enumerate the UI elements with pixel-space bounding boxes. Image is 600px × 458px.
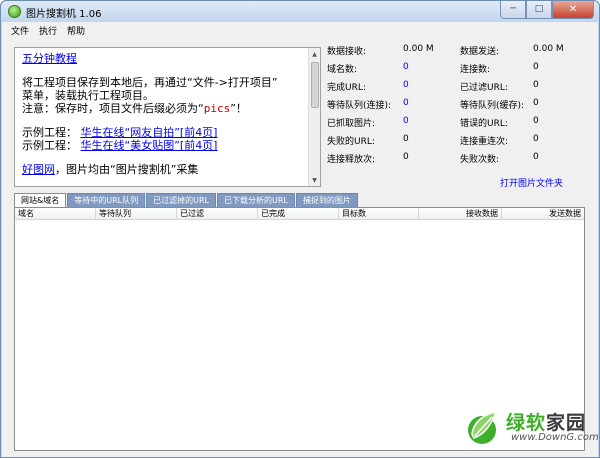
watermark-name: 绿软家园 [506,408,586,435]
stat-value: 0 [533,134,539,144]
stat-label: 已抓取图片: [327,119,376,129]
stat-label: 完成URL: [327,83,366,93]
tab-sites-domains[interactable]: 网站&域名 [14,193,67,207]
instructions-content: 五分钟教程 将工程项目保存到本地后，再通过“文件->打开项目” 菜单，装载执行工… [22,52,304,176]
watermark-url: www.DownG.com [511,432,599,443]
leaf-logo-icon [468,410,498,444]
stat-label: 已过滤URL: [460,83,508,93]
stat-label: 失败次数: [460,155,500,165]
stat-value: 0 [403,80,409,90]
example-link-beauty[interactable]: 华生在线“美女贴图”[前4页] [81,139,218,152]
stat-value: 0 [403,152,409,162]
note-extension: pics [203,102,231,115]
tab-analyzed-url[interactable]: 已下载分析的URL [217,193,295,207]
stat-label: 等待队列(缓存): [460,101,525,111]
column-header-received[interactable]: 接收数据 [419,208,502,219]
app-icon [8,5,21,18]
example-line: 示例工程： 华生在线“美女贴图”[前4页] [22,139,304,152]
minimize-button[interactable]: ─ [500,1,526,19]
stat-value: 0 [403,98,409,108]
stat-value: 0 [533,98,539,108]
instructions-panel: 五分钟教程 将工程项目保存到本地后，再通过“文件->打开项目” 菜单，装载执行工… [14,47,321,187]
stat-label: 连接释放次: [327,155,376,165]
note-line: 注意：保存时，项目文件后缀必须为“pics”！ [22,102,304,115]
stat-label: 错误的URL: [460,119,508,129]
column-header-waiting[interactable]: 等待队列 [96,208,177,219]
window-title: 图片搜割机 1.06 [26,9,102,20]
maximize-button[interactable]: □ [526,1,552,19]
watermark-name-green: 绿软 [506,412,547,434]
stat-label: 连接重连次: [460,137,509,147]
maximize-icon: □ [534,4,544,14]
tab-bar: 网站&域名 等待中的URL队列 已过滤掉的URL 已下载分析的URL 捕捉到的图… [14,193,359,207]
footer-line: 好图网，图片均由“图片搜割机”采集 [22,163,304,176]
tab-filtered-url[interactable]: 已过滤掉的URL [146,193,216,207]
stat-label: 域名数: [327,65,358,75]
tab-captured-images[interactable]: 捕捉到的图片 [295,193,358,207]
stat-value: 0.00 M [533,44,564,54]
column-header-target[interactable]: 目标数 [339,208,419,219]
example-link-selfie[interactable]: 华生在线“网友自拍”[前4页] [81,126,218,139]
stat-value: 0.00 M [403,44,434,54]
column-header-sent[interactable]: 发送数据 [502,208,584,219]
example-label: 示例工程： [22,139,77,152]
close-button[interactable]: ✕ [552,1,594,19]
menu-file[interactable]: 文件 [2,24,34,37]
stat-label: 失败的URL: [327,137,375,147]
stat-value: 0 [533,116,539,126]
scroll-down-icon[interactable]: ▼ [309,174,320,186]
footer-text: ，图片均由“图片搜割机”采集 [55,163,199,176]
note-prefix: 注意：保存时，项目文件后缀必须为“ [22,102,204,115]
stat-label: 数据发送: [460,47,500,57]
instruction-line: 将工程项目保存到本地后，再通过“文件->打开项目” [22,76,278,89]
note-suffix: ”！ [230,102,247,115]
column-header-completed[interactable]: 已完成 [258,208,339,219]
stat-value: 0 [403,62,409,72]
title-bar[interactable]: 图片搜割机 1.06 ─ □ ✕ [1,1,599,22]
haotu-link[interactable]: 好图网 [22,163,55,176]
stat-value: 0 [403,134,409,144]
menu-bar: 文件 执行 帮助 [2,22,598,38]
column-header-domain[interactable]: 域名 [15,208,96,219]
tutorial-link[interactable]: 五分钟教程 [22,52,77,65]
vertical-scrollbar[interactable]: ▲ ▼ [308,48,320,186]
stat-value: 0 [533,80,539,90]
tab-waiting-queue[interactable]: 等待中的URL队列 [67,193,146,207]
watermark-name-dark: 家园 [546,412,587,434]
open-image-folder-link[interactable]: 打开图片文件夹 [500,176,563,189]
stat-value: 0 [533,62,539,72]
close-icon: ✕ [568,3,578,15]
column-header-filtered[interactable]: 已过滤 [177,208,258,219]
stat-value: 0 [403,116,409,126]
scroll-up-icon[interactable]: ▲ [309,48,320,60]
minimize-icon: ─ [510,4,516,14]
stat-label: 数据接收: [327,47,367,57]
stat-value: 0 [533,152,539,162]
menu-help[interactable]: 帮助 [62,24,90,37]
stat-label: 连接数: [460,65,491,75]
stat-label: 等待队列(连接): [327,101,392,111]
example-label: 示例工程： [22,126,77,139]
menu-run[interactable]: 执行 [34,24,62,37]
window-controls: ─ □ ✕ [500,1,594,19]
example-line: 示例工程： 华生在线“网友自拍”[前4页] [22,126,304,139]
table-header: 域名 等待队列 已过滤 已完成 目标数 接收数据 发送数据 [15,208,584,220]
scroll-thumb[interactable] [311,62,319,108]
instruction-line: 菜单，装载执行工程项目。 [22,89,154,102]
